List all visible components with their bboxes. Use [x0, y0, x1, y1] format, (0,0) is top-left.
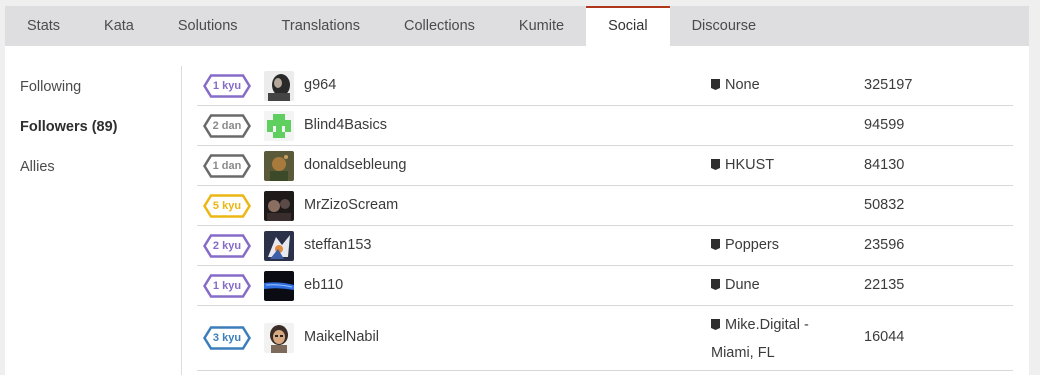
followers-table: 1 kyu g964 None 325197 2 dan Blind4Basic… [197, 66, 1013, 371]
clan-flag-icon [711, 79, 720, 90]
rank-badge: 2 dan [203, 114, 251, 138]
honor-value: 16044 [864, 329, 905, 345]
rank-badge: 3 kyu [203, 326, 251, 350]
table-row: 3 kyu MaikelNabil Mike.Digital - Miami, … [197, 306, 1013, 371]
avatar-anime-icon[interactable] [264, 231, 294, 261]
profile-panel: Stats Kata Solutions Translations Collec… [5, 6, 1029, 375]
tab-translations[interactable]: Translations [260, 6, 382, 46]
avatar-photo-icon[interactable] [264, 151, 294, 181]
nav-following[interactable]: Following [20, 79, 81, 95]
honor-value: 84130 [864, 157, 905, 173]
tab-collections[interactable]: Collections [382, 6, 497, 46]
clan-flag-icon [711, 279, 720, 290]
rank-badge: 1 dan [203, 154, 251, 178]
table-row: 1 dan donaldsebleung HKUST 84130 [197, 146, 1013, 186]
clan-flag-icon [711, 239, 720, 250]
honor-value: 50832 [864, 197, 905, 213]
tab-discourse[interactable]: Discourse [670, 6, 778, 46]
rank-badge: 2 kyu [203, 234, 251, 258]
avatar-dark-icon[interactable] [264, 71, 294, 101]
username-link[interactable]: Blind4Basics [304, 106, 387, 144]
rank-badge: 1 kyu [203, 274, 251, 298]
tab-bar: Stats Kata Solutions Translations Collec… [5, 6, 1029, 46]
tab-kata[interactable]: Kata [82, 6, 156, 46]
avatar-green-identicon[interactable] [264, 111, 294, 141]
avatar-cartoon-icon[interactable] [264, 323, 294, 353]
honor-value: 23596 [864, 237, 905, 253]
rank-badge: 1 kyu [203, 74, 251, 98]
rank-badge: 5 kyu [203, 194, 251, 218]
clan: Mike.Digital - Miami, FL [711, 317, 809, 361]
tab-kumite[interactable]: Kumite [497, 6, 586, 46]
table-row: 2 dan Blind4Basics 94599 [197, 106, 1013, 146]
table-row: 1 kyu eb110 Dune 22135 [197, 266, 1013, 306]
honor-value: 22135 [864, 277, 905, 293]
tab-social[interactable]: Social [586, 6, 670, 46]
nav-allies[interactable]: Allies [20, 159, 55, 175]
honor-value: 325197 [864, 77, 913, 93]
clan-flag-icon [711, 319, 720, 330]
clan: None [711, 66, 841, 104]
table-row: 5 kyu MrZizoScream 50832 [197, 186, 1013, 226]
table-row: 1 kyu g964 None 325197 [197, 66, 1013, 106]
honor-value: 94599 [864, 117, 905, 133]
nav-followers[interactable]: Followers (89) [20, 119, 118, 135]
username-link[interactable]: donaldsebleung [304, 146, 406, 184]
username-link[interactable]: steffan153 [304, 226, 371, 264]
username-link[interactable]: MrZizoScream [304, 186, 398, 224]
clan-flag-icon [711, 159, 720, 170]
clan: HKUST [711, 146, 841, 184]
username-link[interactable]: g964 [304, 66, 336, 104]
social-sidenav: Following Followers (89) Allies [5, 66, 182, 375]
table-row: 2 kyu steffan153 Poppers 23596 [197, 226, 1013, 266]
clan: Poppers [711, 226, 841, 264]
tab-stats[interactable]: Stats [5, 6, 82, 46]
avatar-blue-streak-icon[interactable] [264, 271, 294, 301]
avatar-photo-icon[interactable] [264, 191, 294, 221]
username-link[interactable]: MaikelNabil [304, 306, 379, 368]
username-link[interactable]: eb110 [304, 266, 343, 304]
clan: Dune [711, 266, 841, 304]
tab-solutions[interactable]: Solutions [156, 6, 260, 46]
